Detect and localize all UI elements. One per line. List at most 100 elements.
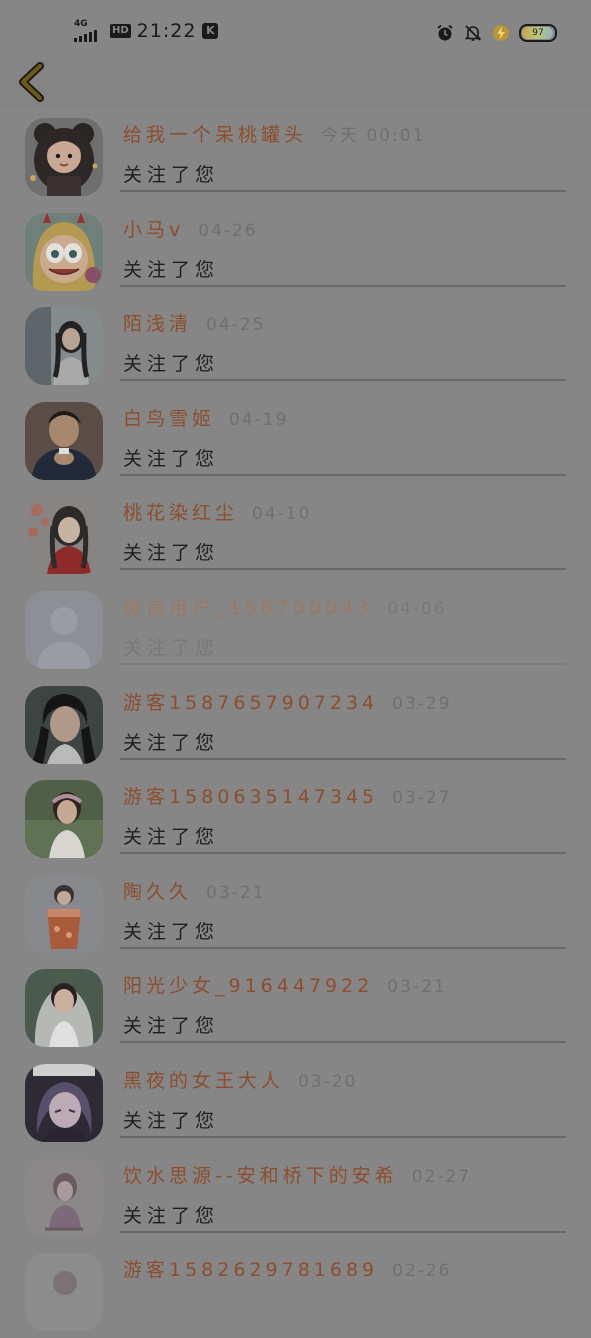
status-time: 21:22 — [136, 20, 197, 42]
follow-action-text: 关注了您 — [123, 920, 220, 943]
user-name[interactable]: 陶久久 — [123, 881, 192, 903]
item-header: 阳光少女_916447922 03-21 — [123, 971, 447, 998]
user-name[interactable]: 陌浅清 — [123, 313, 192, 335]
charging-icon — [493, 25, 509, 41]
list-item[interactable]: 游客1582629781689 02-26 — [0, 1243, 591, 1338]
cartoon-star-avatar[interactable] — [25, 212, 103, 291]
follow-date: 今天 00:01 — [321, 126, 426, 146]
alarm-icon — [437, 24, 453, 41]
list-item[interactable]: 游客1580635147345 03-27 关注了您 — [0, 770, 591, 865]
follow-date: 03-27 — [392, 788, 452, 809]
item-header: 黑夜的女王大人 03-20 — [123, 1066, 357, 1093]
follow-date: 04-19 — [229, 409, 289, 430]
illustrated-girl-avatar[interactable] — [25, 496, 103, 575]
follow-date: 04-10 — [252, 504, 312, 525]
follow-action-text: 关注了您 — [123, 1204, 220, 1227]
chevron-left-icon[interactable] — [14, 60, 48, 104]
item-header: 陶久久 03-21 — [123, 877, 265, 904]
bride-avatar[interactable] — [25, 969, 103, 1048]
bear-girl-avatar[interactable] — [25, 118, 103, 196]
follow-action-text: 关注了您 — [123, 731, 220, 754]
follow-action-text: 关注了您 — [123, 353, 220, 376]
anime-girl-avatar[interactable] — [25, 1063, 103, 1142]
user-name[interactable]: 白鸟雪姬 — [123, 408, 215, 430]
list-item[interactable]: 游客1587657907234 03-29 关注了您 — [0, 676, 591, 771]
item-header: 游客1580635147345 03-27 — [123, 782, 452, 809]
divider — [120, 1230, 566, 1233]
item-header: 桃花染红尘 04-10 — [123, 498, 311, 525]
list-item[interactable]: 小马v 04-26 关注了您 — [0, 203, 591, 298]
battery-level: 97 — [532, 28, 544, 38]
default-avatar[interactable] — [25, 590, 103, 669]
follow-action-text: 关注了您 — [123, 542, 220, 565]
k-badge: K — [202, 23, 219, 39]
item-header: 陌浅清 04-25 — [123, 309, 265, 336]
partial-avatar[interactable] — [25, 1253, 103, 1332]
ancient-man-avatar[interactable] — [25, 685, 103, 764]
follow-date: 04-26 — [198, 220, 258, 241]
list-item[interactable]: 白鸟雪姬 04-19 关注了您 — [0, 392, 591, 487]
divider — [120, 946, 566, 949]
battery-icon: 97 — [519, 24, 557, 42]
follow-action-text: 关注了您 — [123, 826, 220, 849]
list-item[interactable]: 陌浅清 04-25 关注了您 — [0, 297, 591, 392]
user-name[interactable]: 给我一个呆桃罐头 — [123, 124, 307, 146]
user-name[interactable]: 微信用户_156700043 — [123, 597, 373, 619]
list-item[interactable]: 微信用户_156700043 04-06 关注了您 — [0, 581, 591, 676]
divider — [120, 190, 566, 192]
child-photo-avatar[interactable] — [25, 780, 103, 859]
user-name[interactable]: 黑夜的女王大人 — [123, 1070, 284, 1092]
user-name[interactable]: 游客1582629781689 — [123, 1259, 378, 1281]
mute-icon — [464, 25, 482, 41]
status-bar: 4G HD 21:22 K 97 — [0, 0, 591, 58]
list-item[interactable]: 给我一个呆桃罐头 今天 00:01 关注了您 — [0, 108, 591, 203]
sketch-girl-avatar[interactable] — [25, 1158, 103, 1237]
user-name[interactable]: 游客1580635147345 — [123, 786, 378, 808]
divider — [120, 568, 566, 571]
follow-date: 03-20 — [298, 1071, 358, 1092]
follow-action-text: 关注了您 — [123, 636, 220, 659]
network-type: 4G — [74, 19, 88, 29]
user-name[interactable]: 游客1587657907234 — [123, 692, 378, 714]
list-item[interactable]: 阳光少女_916447922 03-21 关注了您 — [0, 959, 591, 1054]
drink-avatar[interactable] — [25, 874, 103, 953]
follow-date: 03-21 — [387, 977, 447, 998]
girl-photo-avatar[interactable] — [25, 307, 103, 386]
user-name[interactable]: 饮水思源--安和桥下的安希 — [123, 1165, 398, 1187]
item-header: 微信用户_156700043 04-06 — [123, 593, 447, 620]
item-header: 给我一个呆桃罐头 今天 00:01 — [123, 120, 425, 147]
follow-date: 03-21 — [206, 882, 266, 903]
follow-date: 03-29 — [392, 693, 452, 714]
follow-action-text: 关注了您 — [123, 1109, 220, 1132]
follow-date: 02-26 — [392, 1261, 452, 1282]
divider — [120, 852, 566, 855]
follow-date: 04-25 — [206, 315, 266, 336]
item-header: 游客1582629781689 02-26 — [123, 1255, 452, 1282]
list-item[interactable]: 陶久久 03-21 关注了您 — [0, 865, 591, 960]
list-item[interactable]: 黑夜的女王大人 03-20 关注了您 — [0, 1054, 591, 1149]
follow-action-text: 关注了您 — [123, 258, 220, 281]
list-item[interactable]: 桃花染红尘 04-10 关注了您 — [0, 486, 591, 581]
user-name[interactable]: 小马v — [123, 219, 184, 241]
follow-action-text: 关注了您 — [123, 164, 220, 186]
divider — [120, 662, 566, 665]
follow-date: 02-27 — [411, 1166, 472, 1187]
item-header: 白鸟雪姬 04-19 — [123, 404, 288, 431]
signal-icon: 4G — [74, 20, 104, 42]
list-item[interactable]: 饮水思源--安和桥下的安希 02-27 关注了您 — [0, 1149, 591, 1244]
follow-date: 04-06 — [387, 598, 447, 619]
divider — [120, 284, 566, 287]
item-header: 小马v 04-26 — [123, 215, 258, 242]
user-name[interactable]: 桃花染红尘 — [123, 502, 238, 524]
man-photo-avatar[interactable] — [25, 401, 103, 480]
follow-action-text: 关注了您 — [123, 1015, 220, 1038]
nav-bar — [0, 58, 591, 108]
status-right: 97 — [435, 22, 557, 44]
status-left: 4G HD 21:22 K — [74, 18, 219, 44]
item-header: 饮水思源--安和桥下的安希 02-27 — [123, 1161, 471, 1188]
user-name[interactable]: 阳光少女_916447922 — [123, 975, 373, 997]
follow-list: 给我一个呆桃罐头 今天 00:01 关注了您 小马v 04-26 关注了您 陌浅… — [0, 108, 591, 1338]
follow-action-text: 关注了您 — [123, 447, 220, 470]
divider — [120, 757, 566, 760]
divider — [120, 1135, 566, 1138]
